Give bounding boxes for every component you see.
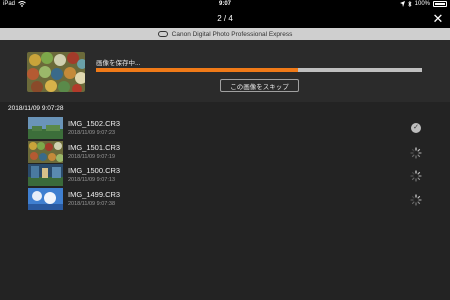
- file-thumbnail: [28, 141, 63, 163]
- battery-icon: [433, 1, 447, 7]
- progress-panel: 画像を保存中... この画像をスキップ: [0, 40, 450, 102]
- file-name: IMG_1499.CR3: [68, 190, 121, 199]
- battery-percent: 100%: [414, 1, 430, 7]
- current-image-thumbnail: [27, 52, 85, 92]
- file-row[interactable]: IMG_1501.CR3 2018/11/09 9:07:19: [0, 140, 450, 164]
- save-progress-bar: [96, 68, 422, 72]
- spinner-icon: [410, 194, 422, 206]
- group-date-header: 2018/11/09 9:07:28: [8, 105, 64, 112]
- nav-bar: 2 / 4 ✕: [0, 10, 450, 28]
- spinner-icon: [410, 170, 422, 182]
- status-complete: ✓: [410, 122, 422, 134]
- file-date: 2018/11/09 9:07:38: [68, 201, 115, 207]
- saving-status-label: 画像を保存中...: [96, 60, 141, 67]
- bluetooth-icon: [407, 1, 412, 7]
- file-thumbnail: [28, 164, 63, 186]
- skip-image-button[interactable]: この画像をスキップ: [220, 79, 299, 92]
- file-date: 2018/11/09 9:07:23: [68, 130, 115, 136]
- file-name: IMG_1501.CR3: [68, 143, 121, 152]
- status-pending: [410, 193, 422, 206]
- status-pending: [410, 146, 422, 159]
- status-pending: [410, 169, 422, 182]
- file-name: IMG_1500.CR3: [68, 166, 121, 175]
- file-row[interactable]: IMG_1499.CR3 2018/11/09 9:07:38: [0, 187, 450, 211]
- save-progress-fill: [96, 68, 299, 72]
- spinner-icon: [410, 147, 422, 159]
- status-bar: iPad 9:07 100%: [0, 0, 450, 10]
- file-date: 2018/11/09 9:07:19: [68, 154, 115, 160]
- location-icon: [399, 1, 405, 7]
- brand-bar: Canon Digital Photo Professional Express: [0, 28, 450, 40]
- page-counter: 2 / 4: [217, 14, 233, 23]
- status-time: 9:07: [218, 1, 231, 7]
- check-icon: ✓: [411, 123, 421, 133]
- file-thumbnail: [28, 117, 63, 139]
- file-row[interactable]: IMG_1500.CR3 2018/11/09 9:07:13: [0, 163, 450, 187]
- canon-logo-icon: [157, 31, 168, 37]
- brand-title: Canon Digital Photo Professional Express: [171, 30, 293, 38]
- file-name: IMG_1502.CR3: [68, 119, 121, 128]
- close-icon[interactable]: ✕: [431, 12, 445, 26]
- status-right: 100%: [399, 1, 447, 7]
- file-row[interactable]: IMG_1502.CR3 2018/11/09 9:07:23 ✓: [0, 116, 450, 140]
- file-thumbnail: [28, 188, 63, 210]
- file-date: 2018/11/09 9:07:13: [68, 177, 115, 183]
